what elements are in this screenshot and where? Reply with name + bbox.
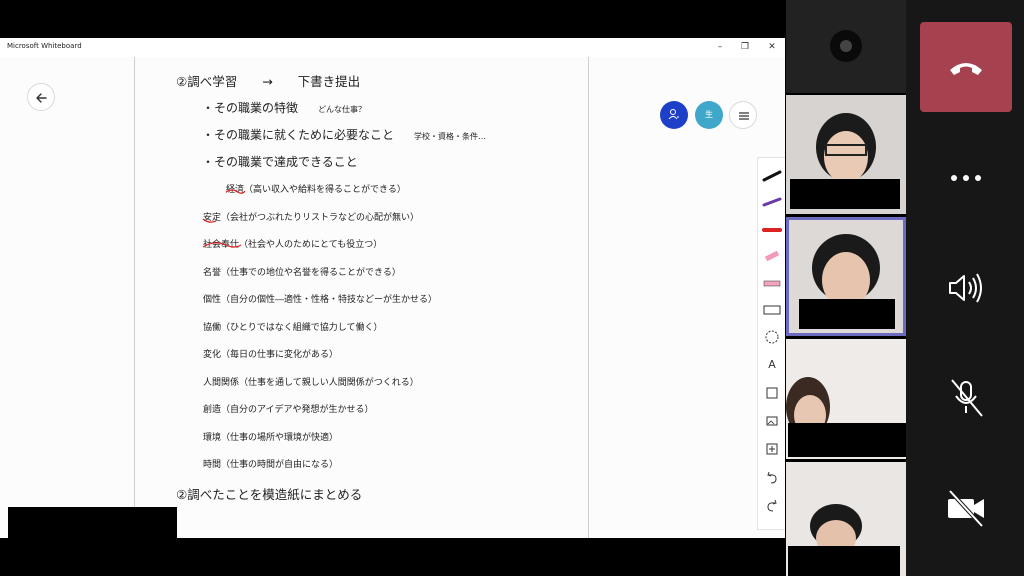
ink-annotations <box>202 189 246 248</box>
redaction-box <box>790 179 900 209</box>
participant-tile[interactable] <box>786 339 906 459</box>
pencil-icon[interactable] <box>758 272 785 294</box>
list-item: 変化（毎日の仕事に変化がある） <box>203 350 339 360</box>
redaction-box <box>788 546 900 576</box>
list-item: 個性（自分の個性―適性・性格・特技などーが生かせる） <box>203 295 438 305</box>
menu-button[interactable] <box>729 101 757 129</box>
user-avatar-teal[interactable]: 生 <box>695 101 723 129</box>
close-button[interactable]: ✕ <box>765 40 779 54</box>
screen: Microsoft Whiteboard – ❐ ✕ ②調べ学習 → 下書き提出… <box>0 0 1024 576</box>
more-options-button[interactable] <box>940 158 992 198</box>
heading-poster: ②調べたことを模造紙にまとめる <box>176 487 363 502</box>
title-bar: Microsoft Whiteboard – ❐ ✕ <box>0 38 785 57</box>
active-participant-tile[interactable] <box>786 217 906 336</box>
minimize-button[interactable]: – <box>713 40 727 54</box>
note-icon[interactable] <box>758 382 785 404</box>
user-avatar-blue[interactable] <box>660 101 688 129</box>
whiteboard-canvas[interactable]: ②調べ学習 → 下書き提出 ・その職業の特徴 どんな仕事？ ・その職業に就くために… <box>0 57 785 538</box>
list-item: 名誉（仕事での地位や名誉を得ることができる） <box>203 268 401 278</box>
pen-purple-icon[interactable] <box>758 191 785 213</box>
person-icon <box>668 109 679 120</box>
mute-button[interactable] <box>940 378 992 418</box>
list-item: 協働（ひとりではなく組織で協力して働く） <box>203 323 383 333</box>
pen-black-icon[interactable] <box>758 164 785 186</box>
whiteboard-window: Microsoft Whiteboard – ❐ ✕ ②調べ学習 → 下書き提出… <box>0 38 785 538</box>
participant-avatar <box>830 30 862 62</box>
ink-toolbar: A <box>757 157 785 530</box>
maximize-button[interactable]: ❐ <box>738 40 752 54</box>
list-item: 時間（仕事の時間が自由になる） <box>203 460 339 470</box>
text-tool-icon[interactable]: A <box>758 354 785 376</box>
highlighter-pink-icon[interactable] <box>758 245 785 267</box>
undo-icon[interactable] <box>758 466 785 488</box>
redo-icon[interactable] <box>758 494 785 516</box>
speaker-icon <box>949 273 982 303</box>
list-item: 環境（仕事の場所や環境が快適） <box>203 433 339 443</box>
redaction-box <box>799 299 895 329</box>
insert-icon[interactable] <box>758 438 785 460</box>
speaker-button[interactable] <box>940 268 992 308</box>
redaction-box <box>8 507 177 538</box>
camera-button[interactable] <box>940 488 992 528</box>
participant-tile[interactable] <box>786 0 906 93</box>
participant-tile[interactable] <box>786 95 906 214</box>
redaction-box <box>788 423 906 457</box>
list-item: 創造（自分のアイデアや発想が生かせる） <box>203 405 374 415</box>
ruler-icon[interactable] <box>758 299 785 321</box>
lasso-icon[interactable] <box>758 326 785 348</box>
more-icon <box>951 175 981 181</box>
end-call-button[interactable] <box>920 22 1012 112</box>
image-icon[interactable] <box>758 410 785 432</box>
list-item: 人間関係（仕事を通して親しい人間関係がつくれる） <box>203 378 419 388</box>
video-off-icon <box>948 489 984 528</box>
hamburger-icon <box>739 112 749 120</box>
participant-tile[interactable] <box>786 462 906 576</box>
hang-up-icon <box>950 63 982 75</box>
app-title: Microsoft Whiteboard <box>7 42 82 50</box>
pen-red-icon[interactable] <box>758 218 785 240</box>
mic-off-icon <box>951 379 983 417</box>
